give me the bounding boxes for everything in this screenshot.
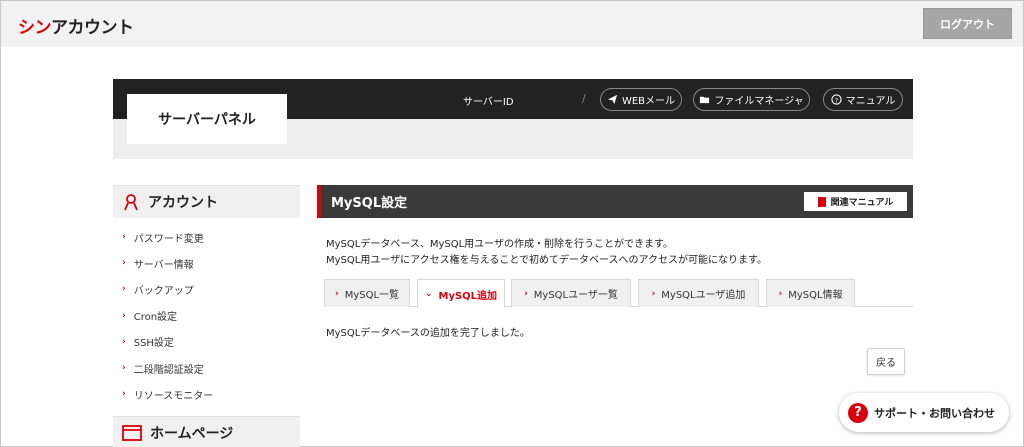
tab-mysql-add[interactable]: ⌄ MySQL追加 bbox=[417, 279, 505, 308]
manual-link-button[interactable]: ? マニュアル bbox=[823, 88, 903, 111]
chevron-right-icon: › bbox=[122, 232, 126, 243]
sidebar-item-resource-monitor[interactable]: › リソースモニター bbox=[113, 381, 300, 407]
question-circle-icon: ? bbox=[831, 94, 842, 105]
svg-text:?: ? bbox=[834, 96, 837, 104]
sidebar-item-label: SSH設定 bbox=[133, 338, 174, 350]
book-icon bbox=[817, 196, 826, 207]
sidebar-section-homepage-title: ホームページ bbox=[150, 426, 234, 443]
chevron-right-icon: › bbox=[122, 363, 126, 374]
related-manual-button[interactable]: 関連マニュアル bbox=[804, 192, 907, 211]
person-icon bbox=[124, 194, 138, 211]
server-panel-header: サーバーID / WEBメール ファイルマネージャ ? マニュアル サーバーパネ… bbox=[113, 79, 913, 159]
chevron-right-icon: › bbox=[122, 284, 126, 295]
chevron-right-icon: › bbox=[122, 389, 126, 400]
chevron-right-icon: › bbox=[524, 288, 528, 299]
top-bar: シンアカウント ログアウト bbox=[1, 1, 1023, 47]
sidebar: アカウント › パスワード変更 › サーバー情報 › バックアップ › Cron設定 ›… bbox=[113, 185, 300, 447]
sidebar-list: › パスワード変更 › サーバー情報 › バックアップ › Cron設定 › SSH設定 … bbox=[113, 218, 300, 413]
main-title-bar: MySQL設定 関連マニュアル bbox=[317, 185, 913, 218]
chevron-right-icon: › bbox=[651, 288, 656, 299]
sidebar-item-server-info[interactable]: › サーバー情報 bbox=[113, 250, 300, 276]
sidebar-section-account[interactable]: アカウント bbox=[113, 185, 300, 218]
description-line-2: MySQL用ユーザにアクセス権を与えることで初めてデータベースへのアクセスが可能… bbox=[326, 255, 768, 266]
file-manager-button[interactable]: ファイルマネージャ bbox=[693, 88, 810, 111]
page-title: MySQL設定 bbox=[331, 196, 408, 211]
description-line-1: MySQLデータベース、MySQL用ユーザの作成・削除を行うことができます。 bbox=[326, 239, 673, 250]
sidebar-item-label: パスワード変更 bbox=[133, 233, 204, 245]
tab-mysql-list[interactable]: › MySQL一覧 bbox=[324, 279, 410, 307]
support-label: サポート・お問い合わせ bbox=[874, 406, 995, 420]
tab-label: MySQL追加 bbox=[438, 290, 498, 302]
folder-icon bbox=[700, 96, 710, 104]
back-button[interactable]: 戻る bbox=[867, 348, 905, 375]
question-icon: ? bbox=[848, 402, 868, 423]
chevron-right-icon: › bbox=[122, 310, 126, 321]
sidebar-section-homepage[interactable]: ホームページ bbox=[113, 416, 300, 447]
sidebar-item-label: サーバー情報 bbox=[133, 259, 194, 271]
tab-label: MySQL一覧 bbox=[344, 290, 400, 301]
separator: / bbox=[582, 92, 586, 105]
manual-label: マニュアル bbox=[845, 96, 896, 107]
related-manual-label: 関連マニュアル bbox=[830, 198, 894, 208]
sidebar-item-label: リソースモニター bbox=[133, 390, 214, 402]
tab-mysql-user-list[interactable]: › MySQLユーザ一覧 bbox=[511, 279, 631, 307]
sidebar-item-label: 二段階認証設定 bbox=[133, 364, 204, 376]
sidebar-item-password[interactable]: › パスワード変更 bbox=[113, 224, 300, 250]
logo[interactable]: シンアカウント bbox=[18, 13, 134, 38]
paper-plane-icon bbox=[607, 94, 618, 105]
logo-black-text: アカウント bbox=[51, 18, 134, 38]
chevron-down-icon: ⌄ bbox=[424, 289, 433, 299]
chevron-right-icon: › bbox=[334, 288, 339, 299]
chevron-right-icon: › bbox=[122, 336, 126, 347]
support-contact-button[interactable]: ? サポート・お問い合わせ bbox=[839, 393, 1009, 432]
description: MySQLデータベース、MySQL用ユーザの作成・削除を行うことができます。 M… bbox=[326, 237, 767, 269]
panel-title: サーバーパネル bbox=[127, 94, 287, 144]
server-id-label: サーバーID bbox=[463, 97, 514, 108]
tab-label: MySQLユーザ追加 bbox=[661, 290, 746, 301]
sidebar-item-ssh[interactable]: › SSH設定 bbox=[113, 329, 300, 355]
sidebar-item-backup[interactable]: › バックアップ bbox=[113, 276, 300, 302]
main-content: MySQL設定 関連マニュアル MySQLデータベース、MySQL用ユーザの作成… bbox=[317, 185, 913, 447]
logout-button[interactable]: ログアウト bbox=[923, 8, 1012, 39]
webmail-button[interactable]: WEBメール bbox=[600, 88, 682, 111]
chevron-right-icon: › bbox=[778, 288, 783, 299]
tab-mysql-info[interactable]: › MySQL情報 bbox=[766, 279, 855, 307]
chevron-right-icon: › bbox=[122, 258, 126, 269]
sidebar-item-label: バックアップ bbox=[133, 285, 194, 297]
result-message: MySQLデータベースの追加を完了しました。 bbox=[326, 328, 530, 339]
webmail-label: WEBメール bbox=[621, 96, 676, 107]
sidebar-item-label: Cron設定 bbox=[133, 312, 178, 324]
sidebar-item-cron[interactable]: › Cron設定 bbox=[113, 303, 300, 329]
browser-window-icon bbox=[122, 425, 142, 442]
sidebar-section-account-title: アカウント bbox=[148, 195, 218, 211]
tab-mysql-user-add[interactable]: › MySQLユーザ追加 bbox=[638, 279, 759, 307]
sidebar-item-2fa[interactable]: › 二段階認証設定 bbox=[113, 355, 300, 381]
tab-label: MySQLユーザ一覧 bbox=[533, 290, 618, 301]
file-manager-label: ファイルマネージャ bbox=[714, 96, 804, 107]
logo-red-text: シン bbox=[18, 18, 52, 38]
tab-label: MySQL情報 bbox=[788, 290, 843, 301]
tab-bar: › MySQL一覧 ⌄ MySQL追加 › MySQLユーザ一覧 › MySQLユーザ追… bbox=[324, 279, 913, 308]
